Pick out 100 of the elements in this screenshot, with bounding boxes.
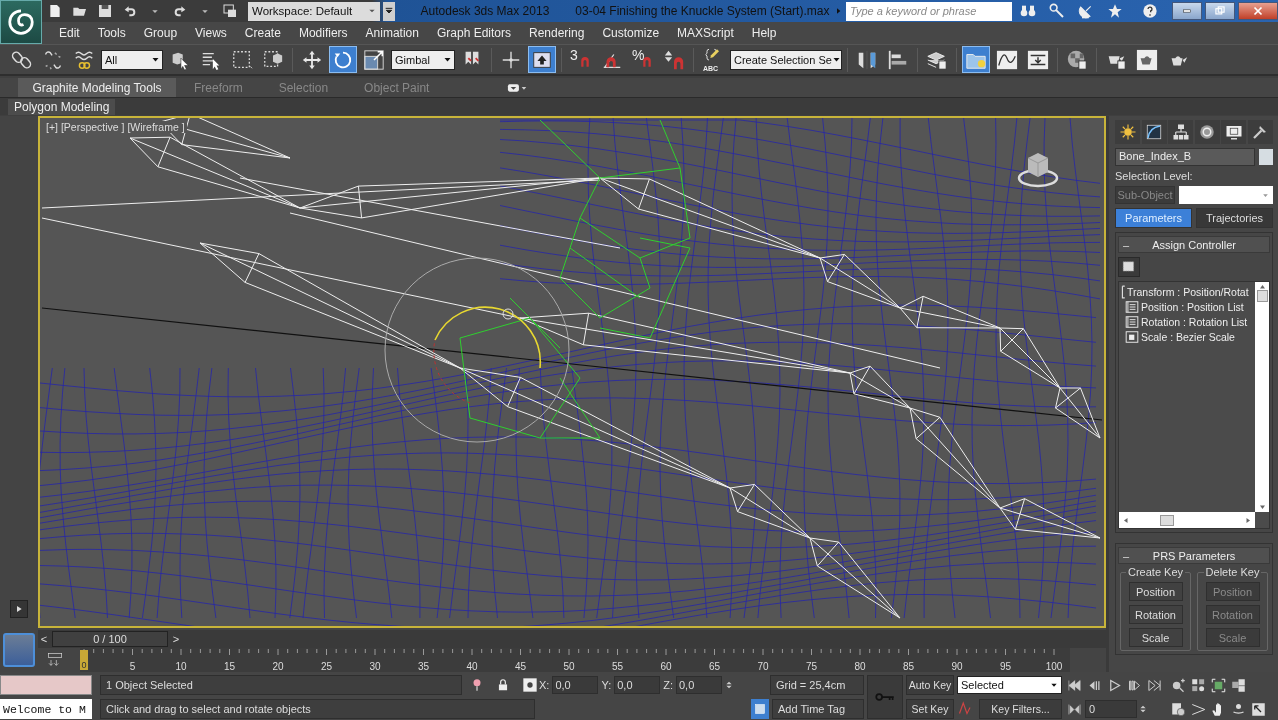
star-icon[interactable]: [1107, 3, 1123, 19]
menu-item[interactable]: Rendering: [520, 26, 594, 40]
workspace-dropdown[interactable]: Workspace: Default: [248, 1, 380, 21]
object-name-field[interactable]: Bone_Index_B: [1115, 148, 1255, 166]
auto-key-button[interactable]: Auto Key: [906, 675, 954, 695]
dropdown[interactable]: Create Selection Se: [730, 49, 842, 70]
tree-item[interactable]: Rotation : Rotation List: [1119, 314, 1255, 329]
redo-arrow-icon[interactable]: [172, 3, 188, 19]
key-filters-button[interactable]: Key Filters...: [979, 699, 1062, 719]
frame-number: 35: [417, 661, 430, 672]
square-button[interactable]: [751, 699, 769, 719]
frame-number: 100: [1045, 661, 1063, 672]
scroll-thumb[interactable]: [1256, 290, 1268, 302]
down-arrow-icon: [1258, 504, 1266, 510]
time-tag-field[interactable]: Add Time Tag: [772, 699, 864, 719]
key-mode-dropdown[interactable]: Selected: [957, 676, 1062, 694]
monitor-tab[interactable]: [1221, 120, 1247, 144]
next-frame-button[interactable]: >: [170, 631, 182, 647]
new-file-icon[interactable]: [47, 3, 63, 19]
collapse-toggle[interactable]: –: [1123, 549, 1130, 562]
hammer-tab[interactable]: [1247, 120, 1273, 144]
menu-item[interactable]: Modifiers: [289, 26, 357, 40]
search-field[interactable]: Type a keyword or phrase: [846, 1, 1012, 21]
collapse-toggle[interactable]: –: [1123, 238, 1130, 251]
timeline-track[interactable]: 0 5 10 15 20 25 30 35 40 45 50 55 60 65 70 75 80 85 90 95 100: [80, 648, 1070, 672]
time-slider-thumb[interactable]: < 0 / 100 >: [38, 630, 184, 648]
scroll-thumb[interactable]: [1160, 514, 1174, 526]
absolute-mode-icon[interactable]: [522, 677, 538, 693]
key-button[interactable]: Rotation: [1128, 605, 1183, 624]
close-button[interactable]: [1238, 2, 1278, 20]
frame-number: 70: [757, 661, 769, 672]
app-logo[interactable]: [0, 0, 42, 44]
menu-item[interactable]: Graph Editors: [427, 26, 520, 40]
rotate-circle-button[interactable]: [329, 46, 357, 73]
listener-input[interactable]: [0, 675, 92, 695]
dropdown[interactable]: Gimbal: [391, 49, 455, 70]
hierarchy-tab[interactable]: [1168, 120, 1194, 144]
lock-icon[interactable]: [496, 677, 510, 693]
ribbon-panel-label[interactable]: Polygon Modeling: [8, 98, 116, 115]
rollout-header[interactable]: – PRS Parameters: [1118, 547, 1270, 564]
menu-item[interactable]: Help: [742, 26, 786, 40]
magnet-button[interactable]: 3: [567, 46, 595, 73]
magnet-button[interactable]: %: [629, 46, 657, 73]
satellite-dish-icon[interactable]: [1078, 3, 1094, 19]
panel-tab[interactable]: Trajectories: [1196, 208, 1273, 228]
time-slider-track[interactable]: < 0 / 100 >: [38, 630, 1106, 648]
ribbon-tab[interactable]: Graphite Modeling Tools: [18, 78, 176, 97]
menu-item[interactable]: Views: [186, 26, 236, 40]
viewport[interactable]: [+] [Perspective ] [Wireframe ]: [38, 116, 1106, 628]
menu-item[interactable]: Tools: [88, 26, 135, 40]
key-button[interactable]: Position: [1128, 582, 1183, 601]
controller-list[interactable]: Transform : Position/Rotat Position : Position List Rotation : Rotation List Scale : Bezier Scale: [1118, 281, 1270, 529]
vertical-scrollbar[interactable]: [1255, 282, 1269, 512]
viewport-label[interactable]: [+] [Perspective ] [Wireframe ]: [44, 121, 187, 133]
right-arrow-icon: [1245, 516, 1251, 524]
time-marker[interactable]: 0: [80, 650, 88, 670]
menu-caret-button[interactable]: [383, 1, 395, 21]
broken-link-icon: [42, 48, 64, 71]
play-triangle-button[interactable]: [10, 600, 28, 618]
menu-item[interactable]: Animation: [356, 26, 428, 40]
key-button[interactable]: Scale: [1128, 628, 1183, 647]
help-icon[interactable]: [1142, 3, 1158, 19]
key-mode-icon: [1066, 701, 1082, 717]
z-coordinate-field[interactable]: 0,0: [676, 676, 722, 694]
restore-button[interactable]: [1205, 2, 1235, 20]
menu-item[interactable]: Edit: [50, 26, 89, 40]
curve-box-tab[interactable]: [1141, 120, 1167, 144]
frame-number: 45: [514, 661, 527, 672]
dropdown[interactable]: All: [101, 49, 163, 70]
tree-item[interactable]: Scale : Bezier Scale: [1119, 329, 1255, 344]
color-swatch[interactable]: [1259, 149, 1273, 165]
previous-frame-button[interactable]: <: [38, 631, 50, 647]
frame-field[interactable]: 0: [1085, 700, 1137, 718]
rotate-gizmo-drawing[interactable]: [384, 257, 570, 443]
menu-item[interactable]: Customize: [593, 26, 669, 40]
sun-tab[interactable]: [1115, 120, 1140, 144]
undo-arrow-icon[interactable]: [122, 3, 138, 19]
x-coordinate-field[interactable]: 0,0: [552, 676, 599, 694]
menu-item[interactable]: MAXScript: [668, 26, 743, 40]
set-key-mode-button[interactable]: Set Key: [906, 699, 954, 719]
go-to-start-icon: [1066, 677, 1082, 693]
keyboard-override-button[interactable]: [528, 46, 556, 73]
horizontal-scrollbar[interactable]: [1119, 512, 1255, 528]
app-title: Autodesk 3ds Max 2013: [420, 4, 550, 18]
y-coordinate-field[interactable]: 0,0: [614, 676, 661, 694]
tree-item[interactable]: Transform : Position/Rotat: [1119, 284, 1255, 299]
binoculars-icon[interactable]: [1020, 3, 1036, 19]
align-bars-icon: [887, 48, 909, 71]
minimize-button[interactable]: [1172, 2, 1202, 20]
menu-item[interactable]: Group: [134, 26, 187, 40]
caret-icon: [1050, 681, 1058, 689]
wave-chain-icon: [73, 48, 95, 71]
rollout-header[interactable]: – Assign Controller: [1118, 236, 1270, 253]
menu-item[interactable]: Create: [235, 26, 290, 40]
triangle-icon[interactable]: [835, 6, 843, 16]
tree-item[interactable]: Position : Position List: [1119, 299, 1255, 314]
zoom-all-icon: [1190, 677, 1206, 693]
project-folder-icon[interactable]: [222, 3, 238, 19]
target-circle-tab[interactable]: [1194, 120, 1220, 144]
dashed-square-button[interactable]: [1118, 257, 1140, 277]
